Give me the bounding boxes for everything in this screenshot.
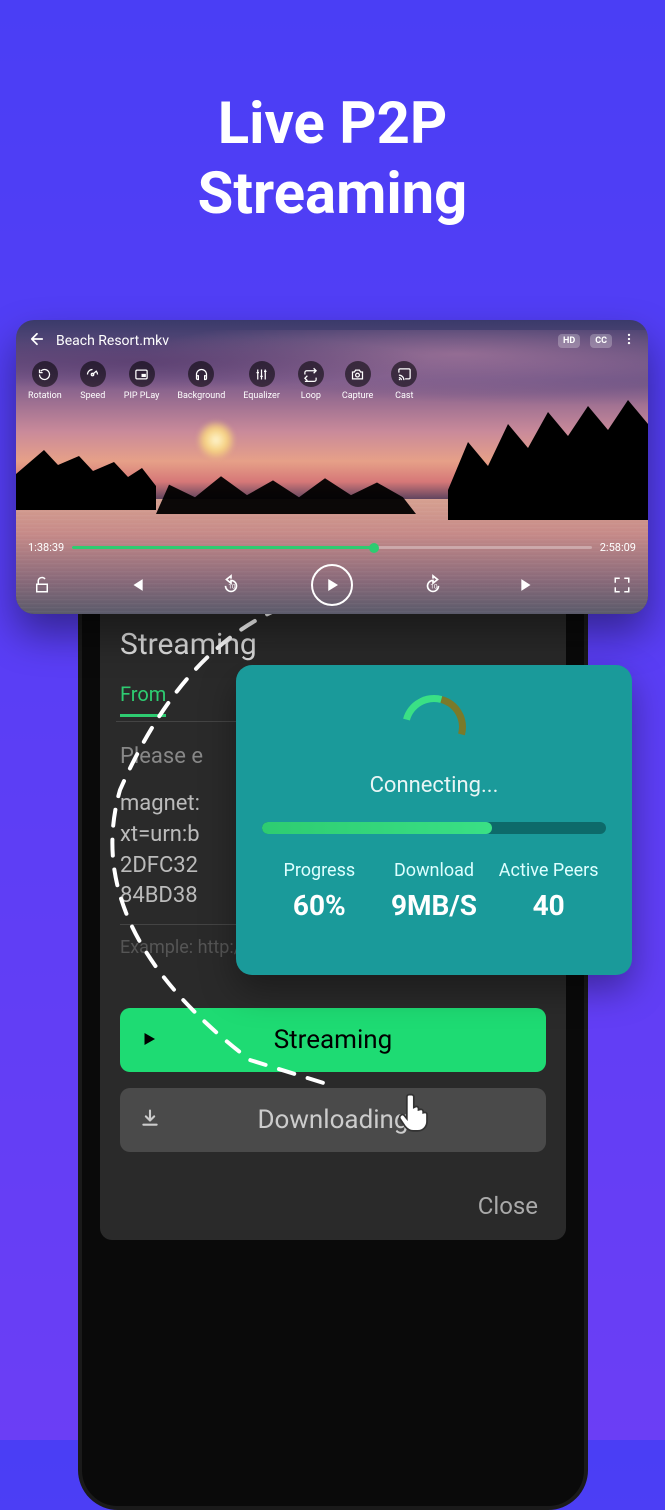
capture-tool[interactable]: Capture — [342, 361, 373, 401]
rotation-tool[interactable]: Rotation — [28, 361, 62, 401]
hero-title-line2: Streaming — [0, 160, 665, 230]
download-stat: Download 9MB/S — [377, 860, 492, 922]
phone-frame: with your link. Streaming From Please e … — [78, 490, 588, 1510]
camera-icon — [345, 361, 371, 387]
connection-status-card: Connecting... Progress 60% Download 9MB/… — [236, 665, 632, 975]
svg-text:10: 10 — [431, 583, 439, 591]
svg-text:10: 10 — [228, 583, 236, 591]
seek-thumb[interactable] — [369, 543, 379, 553]
downloading-button-label: Downloading — [257, 1105, 408, 1135]
progress-stat: Progress 60% — [262, 860, 377, 922]
rewind-10-icon[interactable]: 10 — [217, 571, 245, 599]
headphones-icon — [188, 361, 214, 387]
cast-tool[interactable]: Cast — [391, 361, 417, 401]
play-icon — [140, 1025, 158, 1055]
pip-icon — [129, 361, 155, 387]
previous-icon[interactable] — [122, 571, 150, 599]
play-button[interactable] — [311, 564, 353, 606]
video-filename: Beach Resort.mkv — [56, 333, 548, 349]
peers-stat: Active Peers 40 — [491, 860, 606, 922]
status-progress-fill — [262, 822, 492, 834]
loading-spinner-icon — [402, 695, 466, 759]
status-progress-bar — [262, 822, 606, 834]
unlock-icon[interactable] — [28, 571, 56, 599]
streaming-button[interactable]: Streaming — [120, 1008, 546, 1072]
cc-badge[interactable]: CC — [590, 334, 612, 348]
downloading-button[interactable]: Downloading — [120, 1088, 546, 1152]
hero-title: Live P2P Streaming — [0, 0, 665, 229]
speed-icon — [80, 361, 106, 387]
next-icon[interactable] — [514, 571, 542, 599]
tab-from[interactable]: From — [120, 682, 166, 717]
seek-bar[interactable] — [72, 546, 592, 549]
dialog-title: Streaming — [120, 627, 546, 662]
video-player: Beach Resort.mkv HD CC Rotation Speed PI… — [16, 320, 648, 614]
equalizer-tool[interactable]: Equalizer — [243, 361, 280, 401]
background-tool[interactable]: Background — [177, 361, 225, 401]
download-icon — [140, 1105, 160, 1135]
close-button[interactable]: Close — [120, 1192, 546, 1220]
streaming-button-label: Streaming — [274, 1025, 393, 1055]
hero-title-line1: Live P2P — [0, 90, 665, 160]
speed-tool[interactable]: Speed — [80, 361, 106, 401]
seek-fill — [72, 546, 373, 549]
loop-tool[interactable]: Loop — [298, 361, 324, 401]
time-current: 1:38:39 — [28, 541, 64, 554]
connecting-label: Connecting... — [262, 773, 606, 798]
rotation-icon — [32, 361, 58, 387]
hd-badge[interactable]: HD — [558, 334, 580, 348]
forward-10-icon[interactable]: 10 — [419, 571, 447, 599]
cast-icon — [391, 361, 417, 387]
loop-icon — [298, 361, 324, 387]
back-icon[interactable] — [28, 330, 46, 351]
equalizer-icon — [249, 361, 275, 387]
pip-tool[interactable]: PIP PLay — [124, 361, 160, 401]
fullscreen-icon[interactable] — [608, 571, 636, 599]
time-total: 2:58:09 — [600, 541, 636, 554]
more-icon[interactable] — [622, 330, 636, 351]
